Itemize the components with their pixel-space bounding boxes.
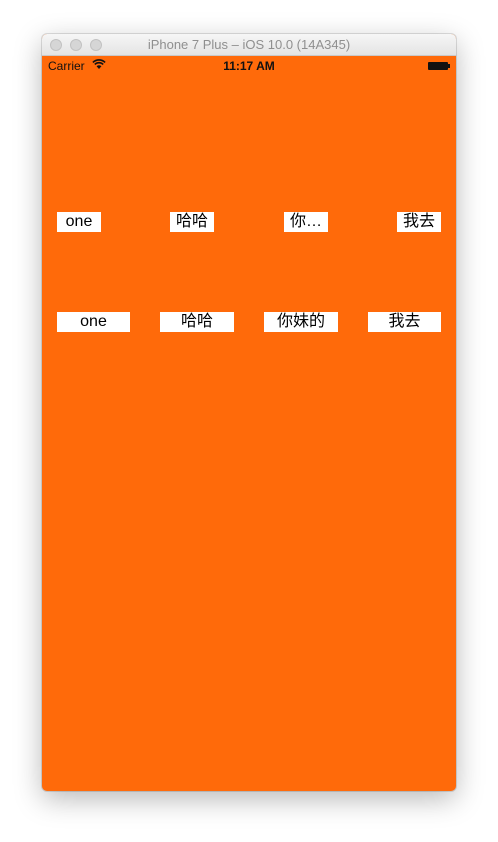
row2-button-nimeide[interactable]: 你妹的: [264, 312, 338, 332]
window-title: iPhone 7 Plus – iOS 10.0 (14A345): [147, 37, 351, 52]
status-bar: Carrier 11:17 AM: [42, 56, 456, 76]
status-time: 11:17 AM: [223, 59, 275, 73]
row1-button-one[interactable]: one: [57, 212, 101, 232]
row2-button-haha[interactable]: 哈哈: [160, 312, 234, 332]
row1-button-haha[interactable]: 哈哈: [170, 212, 214, 232]
row1-button-woqu[interactable]: 我去: [397, 212, 441, 232]
title-bar: iPhone 7 Plus – iOS 10.0 (14A345): [42, 34, 456, 56]
simulator-window: iPhone 7 Plus – iOS 10.0 (14A345) Carrie…: [42, 34, 456, 791]
row2-button-one[interactable]: one: [57, 312, 130, 332]
row1-button-nimeide-truncated[interactable]: 你…: [284, 212, 328, 232]
battery-icon: [428, 62, 450, 70]
row2-button-woqu[interactable]: 我去: [368, 312, 441, 332]
